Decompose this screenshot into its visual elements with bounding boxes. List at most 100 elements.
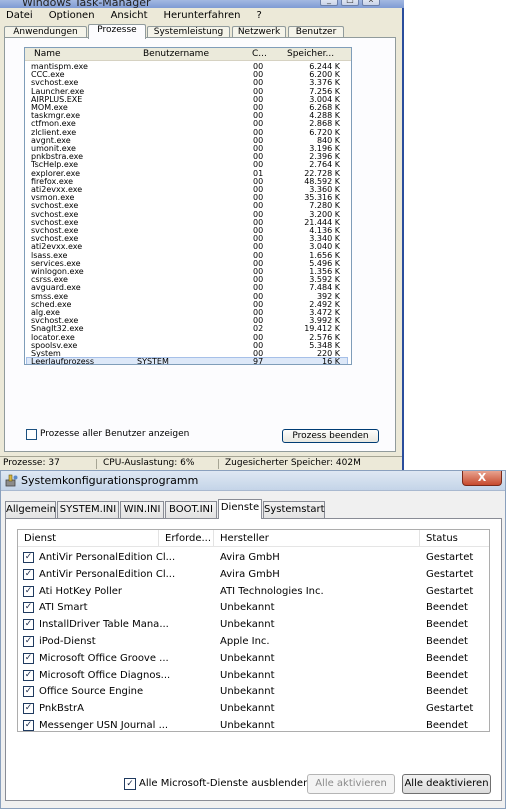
service-name: ATI Smart xyxy=(39,602,88,614)
column-hersteller[interactable]: Hersteller xyxy=(220,531,269,546)
service-checkbox[interactable]: ✓ xyxy=(23,568,34,580)
minimize-button[interactable]: _ xyxy=(320,0,338,6)
service-name: iPod-Dienst xyxy=(39,636,96,647)
task-manager-statusbar: Prozesse: 37 CPU-Auslastung: 6% Zugesich… xyxy=(0,456,402,470)
task-manager-window: Windows Task-Manager _ □ x Datei Optione… xyxy=(0,0,404,470)
column-name[interactable]: Name xyxy=(34,48,61,60)
service-checkbox[interactable]: ✓ xyxy=(23,619,34,631)
service-row[interactable]: ✓ Ati HotKey Poller ATI Technologies Inc. G… xyxy=(18,583,489,600)
column-dienst[interactable]: Dienst xyxy=(24,531,56,546)
process-row[interactable]: spoolsv.exe 00 5.348 K xyxy=(27,341,347,350)
service-vendor: ATI Technologies Inc. xyxy=(220,585,324,597)
hide-microsoft-services-checkbox[interactable]: ✓ xyxy=(124,778,136,790)
service-row[interactable]: ✓ iPod-Dienst Apple Inc. Beendet xyxy=(18,633,489,650)
menu-help[interactable]: ? xyxy=(257,9,278,23)
process-name: Leerlaufprozess xyxy=(31,357,95,365)
show-all-users-checkbox[interactable] xyxy=(26,429,37,440)
tab-systemstart[interactable]: Systemstart xyxy=(263,501,325,518)
service-vendor: Unbekannt xyxy=(220,652,275,664)
service-row[interactable]: ✓ PnkBstrA Unbekannt Gestartet xyxy=(18,700,489,717)
menu-herunterfahren[interactable]: Herunterfahren xyxy=(164,9,257,23)
service-row[interactable]: ✓ InstallDriver Table Mana... Unbekannt Bee… xyxy=(18,616,489,633)
tab-allgemein[interactable]: Allgemein xyxy=(5,501,56,518)
process-memory: 16 K xyxy=(322,357,340,365)
end-process-button[interactable]: Prozess beenden xyxy=(282,429,379,443)
services-list[interactable]: Dienst Erforde... Hersteller Status ✓ Ant… xyxy=(17,529,490,732)
service-row[interactable]: ✓ Office Source Engine Unbekannt Beendet xyxy=(18,683,489,700)
service-row[interactable]: ✓ Messenger USN Journal ... Unbekannt Beend… xyxy=(18,717,489,731)
tab-prozesse[interactable]: Prozesse xyxy=(88,24,146,39)
process-row[interactable]: sched.exe 00 2.492 K xyxy=(27,300,347,309)
service-status: Beendet xyxy=(426,619,468,631)
process-list[interactable]: Name Benutzername C... Speicher... manti… xyxy=(24,47,352,365)
service-name: PnkBstrA xyxy=(39,703,84,715)
service-status: Beendet xyxy=(426,720,468,731)
status-commit-charge: Zugesicherter Speicher: 402M xyxy=(225,458,361,468)
service-checkbox[interactable]: ✓ xyxy=(23,652,34,664)
service-status: Gestartet xyxy=(426,552,474,563)
service-name: Microsoft Office Diagnos... xyxy=(39,669,171,681)
process-row[interactable]: SnagIt32.exe 02 19.412 K xyxy=(27,325,347,333)
service-checkbox[interactable]: ✓ xyxy=(23,686,34,698)
column-username[interactable]: Benutzername xyxy=(143,48,209,60)
column-divider xyxy=(213,530,214,546)
service-vendor: Avira GmbH xyxy=(220,552,280,563)
process-row[interactable]: explorer.exe 01 22.728 K xyxy=(27,169,347,178)
column-cpu[interactable]: C... xyxy=(252,48,267,60)
maximize-button[interactable]: □ xyxy=(341,0,359,6)
menu-datei[interactable]: Datei xyxy=(6,9,49,23)
enable-all-button[interactable]: Alle aktivieren xyxy=(307,774,395,794)
service-checkbox[interactable]: ✓ xyxy=(23,720,34,731)
close-button[interactable]: x xyxy=(362,0,380,6)
column-divider xyxy=(419,530,420,546)
process-row[interactable]: Leerlaufprozess SYSTEM 97 16 K xyxy=(26,357,348,365)
process-row[interactable]: winlogon.exe 00 1.356 K xyxy=(27,268,347,276)
tab-system-ini[interactable]: SYSTEM.INI xyxy=(57,501,119,518)
process-list-header: Name Benutzername C... Speicher... xyxy=(25,48,351,61)
process-row[interactable]: AIRPLUS.EXE 00 3.004 K xyxy=(27,95,347,104)
service-checkbox[interactable]: ✓ xyxy=(23,669,34,681)
process-row[interactable]: ati2evxx.exe 00 3.360 K xyxy=(27,186,347,194)
service-status: Gestartet xyxy=(426,568,474,580)
service-row[interactable]: ✓ Microsoft Office Groove ... Unbekannt Bee… xyxy=(18,650,489,667)
service-checkbox[interactable]: ✓ xyxy=(23,703,34,715)
column-status[interactable]: Status xyxy=(426,531,458,546)
column-divider xyxy=(158,530,159,546)
column-memory[interactable]: Speicher... xyxy=(287,48,334,60)
process-row[interactable]: mantispm.exe 00 6.244 K xyxy=(27,63,347,71)
menu-optionen[interactable]: Optionen xyxy=(49,9,111,23)
task-manager-menubar: Datei Optionen Ansicht Herunterfahren ? xyxy=(0,9,402,23)
service-status: Beendet xyxy=(426,636,468,647)
service-vendor: Unbekannt xyxy=(220,669,275,681)
process-row[interactable]: smss.exe 00 392 K xyxy=(27,292,347,301)
tab-win-ini[interactable]: WIN.INI xyxy=(120,501,164,518)
service-row[interactable]: ✓ ATI Smart Unbekannt Beendet xyxy=(18,599,489,616)
service-vendor: Apple Inc. xyxy=(220,636,270,647)
service-row[interactable]: ✓ AntiVir PersonalEdition Cl... Avira GmbH… xyxy=(18,549,489,566)
status-separator xyxy=(96,459,97,469)
tab-boot-ini[interactable]: BOOT.INI xyxy=(165,501,217,518)
service-name: AntiVir PersonalEdition Cl... xyxy=(39,568,176,580)
service-vendor: Unbekannt xyxy=(220,720,275,731)
process-user: SYSTEM xyxy=(137,357,169,365)
column-erforderlich[interactable]: Erforde... xyxy=(165,531,211,546)
status-cpu-usage: CPU-Auslastung: 6% xyxy=(103,458,195,468)
process-row[interactable]: ati2evxx.exe 00 3.040 K xyxy=(27,243,347,251)
task-manager-title: Windows Task-Manager xyxy=(22,0,151,9)
show-all-users-label: Prozesse aller Benutzer anzeigen xyxy=(40,429,190,439)
service-row[interactable]: ✓ Microsoft Office Diagnos... Unbekannt Bee… xyxy=(18,667,489,684)
process-row[interactable]: avguard.exe 00 7.484 K xyxy=(27,284,347,292)
service-vendor: Unbekannt xyxy=(220,686,275,698)
process-row[interactable]: zlclient.exe 00 6.720 K xyxy=(27,128,347,137)
menu-ansicht[interactable]: Ansicht xyxy=(111,9,164,23)
service-row[interactable]: ✓ AntiVir PersonalEdition Cl... Avira GmbH… xyxy=(18,566,489,583)
service-checkbox[interactable]: ✓ xyxy=(23,636,34,647)
service-checkbox[interactable]: ✓ xyxy=(23,552,34,563)
tab-dienste[interactable]: Dienste xyxy=(218,499,262,519)
sysconfig-close-button[interactable]: X xyxy=(462,471,502,486)
service-checkbox[interactable]: ✓ xyxy=(23,602,34,614)
service-vendor: Unbekannt xyxy=(220,703,275,715)
service-checkbox[interactable]: ✓ xyxy=(23,585,34,597)
disable-all-button[interactable]: Alle deaktivieren xyxy=(402,774,491,794)
service-name: Microsoft Office Groove ... xyxy=(39,652,169,664)
